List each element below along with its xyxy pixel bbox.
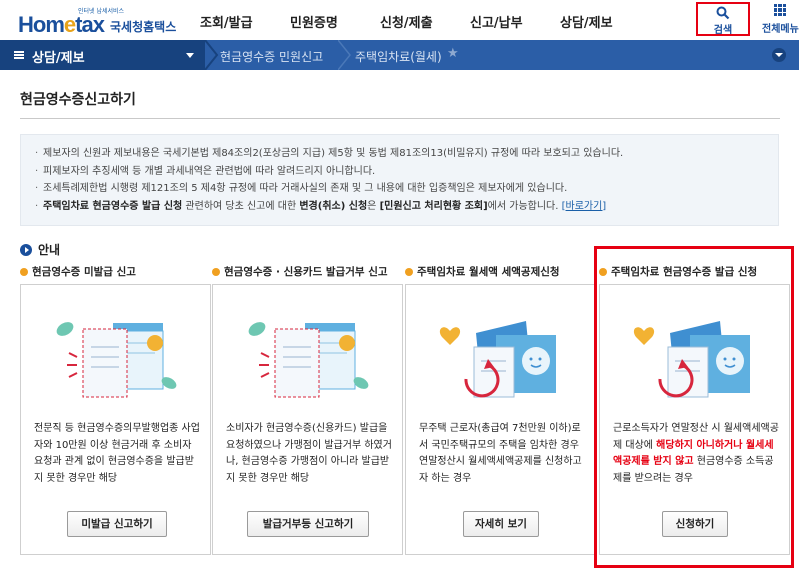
gnb-item-tax-filing[interactable]: 신고/납부 <box>470 12 560 31</box>
bullet-icon <box>405 267 413 276</box>
unissued-report-button[interactable]: 미발급 신고하기 <box>67 511 167 537</box>
card-description: 무주택 근로자(총급여 7천만원 이하)로서 국민주택규모의 주택을 임차한 경… <box>419 423 582 484</box>
card-description: 전문직 등 현금영수증의무발행업종 사업자와 10만원 이상 현금거래 후 소비… <box>34 423 200 484</box>
global-nav: 조회/발급 민원증명 신청/제출 신고/납부 상담/제보 <box>200 12 650 31</box>
card-title-refusal: 현금영수증 · 신용카드 발급거부 신고 <box>212 264 388 279</box>
receipt-illustration-icon <box>56 322 177 398</box>
chevron-right-icon <box>338 40 351 70</box>
search-label: 검색 <box>713 25 733 36</box>
logo-subtitle: 국세청홈택스 <box>110 20 177 34</box>
shortcut-link[interactable]: [바로가기] <box>562 201 607 212</box>
breadcrumb-item-cash-receipt-complaint[interactable]: 현금영수증 민원신고 <box>220 48 323 65</box>
search-button[interactable]: 검색 <box>696 2 750 36</box>
housing-document-illustration-icon <box>439 321 556 398</box>
nav-expand-icon[interactable] <box>772 48 786 62</box>
page-title: 현금영수증신고하기 <box>20 92 136 108</box>
hamburger-icon <box>14 51 24 59</box>
chevron-right-icon <box>205 40 219 70</box>
nav-category-dropdown[interactable]: 상담/제보 <box>0 40 205 70</box>
card-title-rent-credit: 주택임차료 월세액 세액공제신청 <box>405 264 560 279</box>
play-circle-icon <box>20 243 32 256</box>
notice-box: 제보자의 신원과 제보내용은 국세기본법 제84조의2(포상금의 지급) 제5항… <box>20 134 779 226</box>
logo-wordmark: Hometax <box>18 12 105 37</box>
all-menu-label: 전체메뉴 <box>762 24 799 35</box>
favorite-star-icon[interactable]: ★ <box>447 46 459 61</box>
notice-line: 조세특례제한법 시행령 제121조의 5 제4항 규정에 따라 거래사실의 존재… <box>35 180 764 198</box>
all-menu-button[interactable]: 전체메뉴 <box>762 4 799 35</box>
refusal-report-button[interactable]: 발급거부등 신고하기 <box>247 511 369 537</box>
gnb-item-application[interactable]: 신청/제출 <box>380 12 470 31</box>
top-header: 인터넷 납세서비스 Hometax 국세청홈택스 조회/발급 민원증명 신청/제… <box>0 0 799 40</box>
breadcrumb-bar: 상담/제보 현금영수증 민원신고 주택임차료(월세) ★ <box>0 40 799 70</box>
card-title-unissued: 현금영수증 미발급 신고 <box>20 264 136 279</box>
info-heading: 안내 <box>20 241 60 258</box>
gnb-item-inquiry[interactable]: 조회/발급 <box>200 12 290 31</box>
notice-line: 주택임차료 현금영수증 발급 신청 관련하여 당초 신고에 대한 변경(취소) … <box>35 198 764 216</box>
caret-down-icon <box>186 53 194 58</box>
title-divider <box>20 118 780 119</box>
highlight-annotation-box <box>594 246 794 568</box>
view-details-button[interactable]: 자세히 보기 <box>463 511 539 537</box>
info-heading-text: 안내 <box>38 243 61 257</box>
nav-category-label: 상담/제보 <box>32 51 85 66</box>
gnb-item-consult-report[interactable]: 상담/제보 <box>560 12 650 31</box>
hometax-logo[interactable]: 인터넷 납세서비스 Hometax 국세청홈택스 <box>18 6 178 37</box>
receipt-illustration-icon <box>248 322 369 398</box>
notice-line: 제보자의 신원과 제보내용은 국세기본법 제84조의2(포상금의 지급) 제5항… <box>35 145 764 163</box>
bullet-icon <box>20 267 28 276</box>
breadcrumb-item-housing-rent[interactable]: 주택임차료(월세) <box>355 48 442 65</box>
bullet-icon <box>212 267 220 276</box>
card-unissued-report: 전문직 등 현금영수증의무발행업종 사업자와 10만원 이상 현금거래 후 소비… <box>20 284 211 555</box>
card-refusal-report: 소비자가 현금영수증(신용카드) 발급을 요청하였으나 가맹점이 발급거부 하였… <box>212 284 403 555</box>
card-description: 소비자가 현금영수증(신용카드) 발급을 요청하였으나 가맹점이 발급거부 하였… <box>226 423 392 484</box>
notice-line: 피제보자의 추징세액 등 개별 과세내역은 관련법에 따라 알려드리지 아니합니… <box>35 163 764 181</box>
card-rent-credit: 무주택 근로자(총급여 7천만원 이하)로서 국민주택규모의 주택을 임차한 경… <box>405 284 596 555</box>
grid-icon <box>774 4 786 16</box>
gnb-item-certificate[interactable]: 민원증명 <box>290 12 380 31</box>
search-icon <box>716 6 730 20</box>
